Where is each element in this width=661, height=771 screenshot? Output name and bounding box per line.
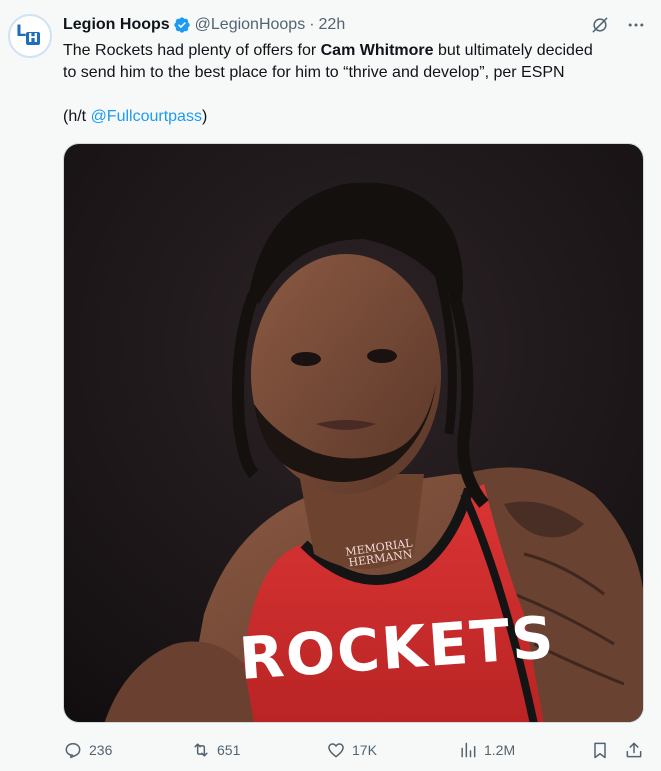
display-name[interactable]: Legion Hoops [63,16,170,34]
highlighted-name: Cam Whitmore [320,42,434,59]
share-upload-icon [626,742,642,758]
like-button[interactable]: 17K [326,738,377,762]
timestamp[interactable]: 22h [319,16,346,34]
tweet-text-line-2: to send him to the best place for him to… [63,64,565,81]
reply-count: 236 [89,742,113,758]
tweet-card[interactable]: L H Legion Hoops @LegionHoops · 22h The … [0,0,661,771]
bookmark-button[interactable] [590,738,610,762]
repost-arrows-icon [194,743,208,757]
slashed-circle-icon[interactable] [589,14,611,36]
tweet-actions-bar: 236 651 17K 1.2M [63,738,648,762]
separator-dot: · [309,16,315,33]
verified-badge-icon [173,16,191,34]
views-button[interactable]: 1.2M [458,738,515,762]
author-handle[interactable]: @LegionHoops [195,16,306,34]
tweet-text-line-3: (h/t @Fullcourtpass) [63,108,208,125]
more-dots-icon[interactable] [625,14,647,36]
tweet-photo[interactable]: ROCKETS MEMORIAL HERMANN [63,143,644,723]
speech-bubble-icon [65,743,81,759]
avatar-ring [8,14,52,58]
mention-link[interactable]: @Fullcourtpass [91,108,202,125]
like-count: 17K [352,742,377,758]
tweet-text-line-1: The Rockets had plenty of offers for Cam… [63,42,593,59]
reply-button[interactable]: 236 [63,738,112,762]
bookmark-icon [594,742,606,759]
tweet-top-actions [589,14,647,36]
views-count: 1.2M [484,742,516,758]
tweet-header: Legion Hoops @LegionHoops · 22h [63,14,345,36]
share-button[interactable] [624,738,644,762]
tweet-text: The Rockets had plenty of offers for Cam… [63,40,648,128]
heart-icon [328,743,344,758]
tweet-text-spacer [63,84,648,106]
bar-chart-icon [461,742,476,758]
repost-count: 651 [217,742,241,758]
repost-button[interactable]: 651 [191,738,240,762]
